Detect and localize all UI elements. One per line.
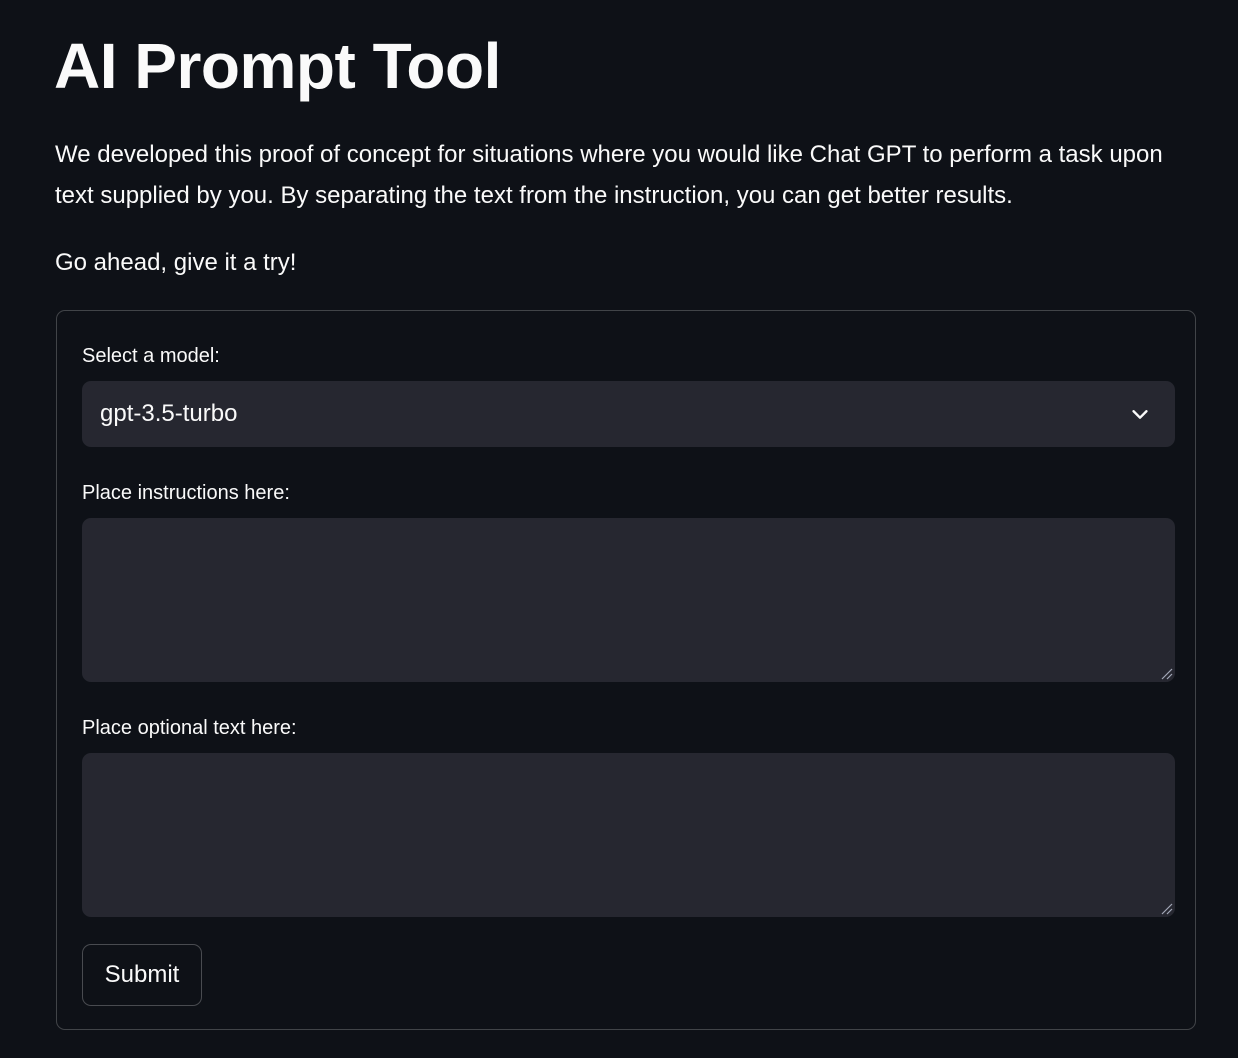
- model-select-label: Select a model:: [82, 345, 220, 367]
- instructions-textarea[interactable]: [82, 518, 1175, 682]
- optional-text-label: Place optional text here:: [82, 717, 297, 739]
- page-title: AI Prompt Tool: [54, 30, 501, 102]
- resize-grip-icon[interactable]: [1161, 668, 1173, 680]
- model-select-value: gpt-3.5-turbo: [100, 400, 238, 427]
- resize-grip-icon[interactable]: [1161, 903, 1173, 915]
- chevron-down-icon: [1132, 410, 1148, 419]
- model-select[interactable]: gpt-3.5-turbo: [82, 381, 1175, 447]
- instructions-label: Place instructions here:: [82, 482, 290, 504]
- intro-description: We developed this proof of concept for s…: [55, 141, 1163, 209]
- optional-text-textarea[interactable]: [82, 753, 1175, 917]
- call-to-action-text: Go ahead, give it a try!: [55, 249, 297, 276]
- prompt-form: Select a model: gpt-3.5-turbo Place inst…: [56, 310, 1196, 1030]
- app-page: AI Prompt Tool We developed this proof o…: [0, 0, 1238, 1058]
- submit-button[interactable]: Submit: [82, 944, 202, 1006]
